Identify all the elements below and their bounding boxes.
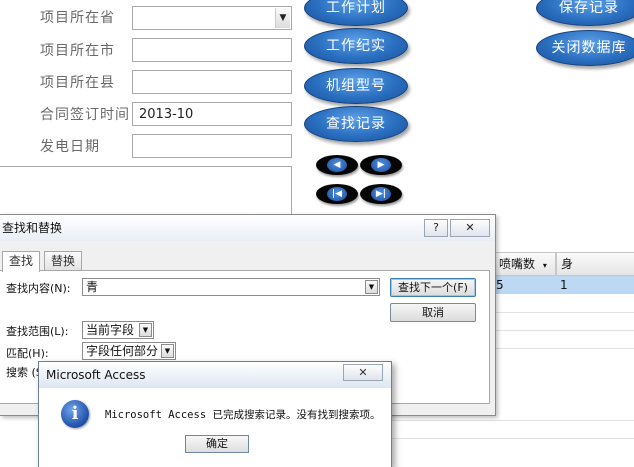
grid-line	[494, 330, 634, 331]
find-record-button[interactable]: 查找记录	[304, 106, 408, 142]
county-label: 项目所在县	[40, 75, 115, 91]
info-icon: i	[61, 400, 89, 428]
look-in-label: 查找范围(L):	[6, 325, 69, 338]
look-in-value: 当前字段	[86, 323, 135, 337]
table-cell: 1	[560, 278, 568, 292]
close-button[interactable]: ✕	[343, 364, 383, 381]
sort-arrow-icon[interactable]: ▾	[543, 261, 547, 270]
message-box-body: i Microsoft Access 已完成搜索记录。没有找到搜索项。 确定	[39, 388, 391, 467]
help-button[interactable]: ?	[424, 219, 448, 237]
arrow-left-icon: ◀	[327, 158, 347, 172]
chevron-down-icon[interactable]: ▼	[275, 8, 290, 28]
table-row[interactable]: 5 1	[494, 276, 634, 294]
contract-date-label: 合同签订时间	[40, 107, 130, 123]
cancel-button[interactable]: 取消	[390, 303, 476, 322]
find-next-button[interactable]: 查找下一个(F)	[390, 278, 476, 297]
close-database-button[interactable]: 关闭数据库	[536, 30, 634, 66]
contract-date-field[interactable]: 2013-10	[132, 102, 292, 126]
unit-model-button[interactable]: 机组型号	[304, 68, 408, 104]
work-record-button[interactable]: 工作纪实	[304, 28, 408, 64]
arrow-last-icon: ▶|	[371, 187, 391, 201]
city-field[interactable]	[132, 38, 292, 62]
chevron-down-icon[interactable]: ▼	[139, 323, 152, 337]
tab-find[interactable]: 查找	[2, 251, 41, 272]
column-header-label: 喷嘴数	[499, 257, 536, 271]
work-plan-button[interactable]: 工作计划	[304, 0, 408, 26]
province-combo[interactable]: ▼	[132, 6, 292, 30]
tab-replace[interactable]: 替换	[44, 251, 83, 271]
message-box-title: Microsoft Access	[39, 362, 391, 388]
table-cell: 5	[496, 278, 504, 292]
province-label: 项目所在省	[40, 10, 115, 26]
prev-record-button[interactable]: ◀	[316, 155, 358, 175]
column-header-next[interactable]: 身	[556, 252, 634, 276]
save-record-button[interactable]: 保存记录	[536, 0, 634, 26]
ok-button[interactable]: 确定	[185, 435, 249, 453]
look-in-select[interactable]: 当前字段 ▼	[82, 321, 154, 339]
first-record-button[interactable]: |◀	[316, 184, 358, 204]
column-header-nozzles[interactable]: 喷嘴数 ▾	[494, 252, 556, 276]
grid-line	[392, 420, 634, 421]
power-date-field[interactable]	[132, 134, 292, 158]
grid-line	[494, 348, 634, 349]
chevron-down-icon[interactable]: ▼	[161, 344, 174, 358]
grid-line	[392, 438, 634, 439]
match-label: 匹配(H):	[6, 347, 49, 360]
find-what-label: 查找内容(N):	[6, 282, 71, 295]
close-button[interactable]: ✕	[450, 219, 490, 237]
arrow-right-icon: ▶	[371, 158, 391, 172]
match-value: 字段任何部分	[86, 344, 159, 358]
message-text: Microsoft Access 已完成搜索记录。没有找到搜索项。	[105, 409, 381, 421]
county-field[interactable]	[132, 70, 292, 94]
grid-line	[494, 312, 634, 313]
next-record-button[interactable]: ▶	[360, 155, 402, 175]
last-record-button[interactable]: ▶|	[360, 184, 402, 204]
find-what-input[interactable]: 青 ▼	[82, 278, 380, 296]
chevron-down-icon[interactable]: ▼	[365, 280, 378, 294]
dialog-title: 查找和替换	[0, 215, 495, 241]
match-select[interactable]: 字段任何部分 ▼	[82, 342, 176, 360]
city-label: 项目所在市	[40, 43, 115, 59]
find-what-value: 青	[86, 280, 99, 294]
message-box: Microsoft Access ✕ i Microsoft Access 已完…	[38, 361, 392, 467]
arrow-first-icon: |◀	[327, 187, 347, 201]
power-date-label: 发电日期	[40, 139, 100, 155]
